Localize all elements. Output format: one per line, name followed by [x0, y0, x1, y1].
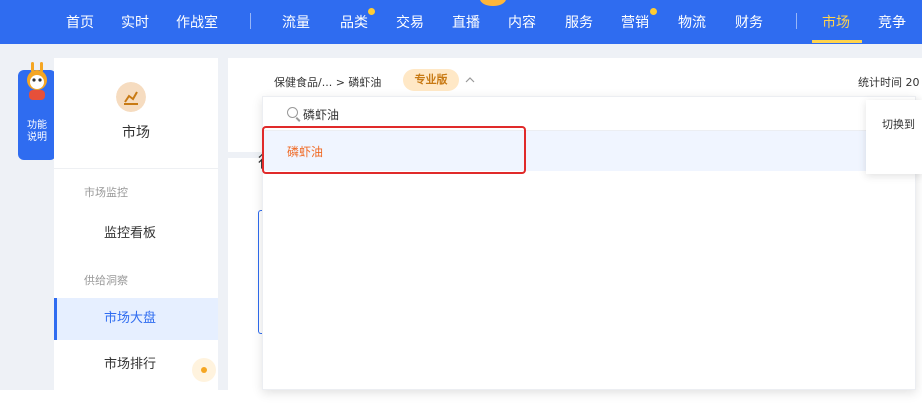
nav-finance[interactable]: 财务 — [735, 12, 763, 32]
pro-version-badge: 专业版 — [403, 69, 459, 91]
nav-war-room[interactable]: 作战室 — [176, 12, 218, 32]
sidebar-item-monitor-board[interactable]: 监控看板 — [54, 213, 218, 255]
mascot-icon — [27, 62, 47, 100]
nav-marketing[interactable]: 营销 — [621, 12, 649, 32]
sidebar-group-monitor: 市场监控 — [84, 186, 128, 199]
switch-popup-label: 切换到 — [882, 118, 915, 131]
highlight-annotation-box — [262, 126, 526, 174]
nav-new-dot-icon — [650, 8, 657, 15]
switch-popup[interactable]: 切换到 — [866, 100, 922, 174]
category-breadcrumb[interactable]: 保健食品/... > 磷虾油 — [274, 74, 381, 90]
stat-time-label: 统计时间 20 — [858, 76, 920, 89]
nav-realtime[interactable]: 实时 — [121, 12, 149, 32]
sidebar-title: 市场 — [122, 125, 150, 141]
nav-active-indicator — [812, 40, 862, 43]
sidebar-divider — [54, 168, 218, 169]
nav-home[interactable]: 首页 — [66, 12, 94, 32]
nav-live[interactable]: 直播 — [452, 12, 480, 32]
search-icon — [287, 107, 298, 118]
category-search-input[interactable] — [303, 104, 603, 124]
nav-trade[interactable]: 交易 — [396, 12, 424, 32]
nav-market[interactable]: 市场 — [822, 12, 850, 32]
nav-decoration — [480, 0, 506, 6]
chevron-up-icon[interactable] — [465, 76, 475, 83]
sidebar: 市场 市场监控 监控看板 供给洞察 市场大盘 市场排行 — [54, 58, 218, 390]
nav-content[interactable]: 内容 — [508, 12, 536, 32]
bottom-band — [0, 390, 922, 416]
nav-competition[interactable]: 竞争 — [878, 12, 906, 32]
function-help-label: 功能说明 — [27, 120, 47, 143]
sidebar-group-supply: 供给洞察 — [84, 274, 128, 287]
nav-service[interactable]: 服务 — [565, 12, 593, 32]
nav-traffic[interactable]: 流量 — [282, 12, 310, 32]
nav-new-dot-icon — [368, 8, 375, 15]
nav-logistics[interactable]: 物流 — [678, 12, 706, 32]
top-navigation: 首页 实时 作战室 流量 品类 交易 直播 内容 服务 营销 物流 财务 市场 … — [0, 0, 922, 44]
nav-category[interactable]: 品类 — [340, 12, 368, 32]
sidebar-item-market-overview[interactable]: 市场大盘 — [54, 298, 218, 340]
nav-separator — [796, 13, 797, 29]
nav-separator — [250, 13, 251, 29]
market-icon — [116, 82, 146, 112]
notification-dot-icon — [192, 358, 216, 382]
